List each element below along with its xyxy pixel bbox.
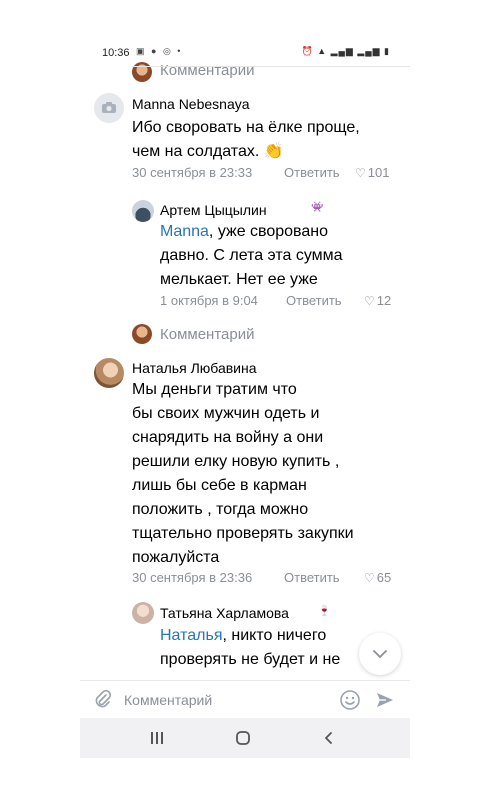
avatar — [132, 324, 152, 344]
comment-text-line: Ибо своровать на ёлке проще, — [132, 119, 360, 136]
avatar[interactable] — [94, 93, 124, 123]
author-badge-icon: 🍷 — [318, 606, 331, 617]
chevron-down-icon — [373, 649, 387, 658]
comment-author[interactable]: Артем Цыцылин — [160, 202, 267, 218]
paperclip-icon[interactable] — [94, 689, 112, 715]
comment-text-line: проверять не будет и не — [160, 651, 341, 668]
recent-apps-icon[interactable] — [142, 728, 172, 748]
scroll-down-button[interactable] — [359, 633, 401, 675]
like-button[interactable]: ♡ 65 — [364, 570, 391, 585]
back-icon[interactable] — [314, 728, 344, 748]
comment-text-line: чем на солдатах. 👏 — [132, 143, 284, 160]
comment-text-line: снарядить на войну а они — [132, 429, 324, 446]
avatar[interactable] — [94, 358, 124, 388]
comment-author[interactable]: Наталья Любавина — [132, 360, 257, 376]
sub-comments-link[interactable]: Комментарий — [132, 324, 332, 346]
comment-text-line: бы своих мужчин одеть и — [132, 405, 320, 422]
comment-date: 30 сентября в 23:33 — [132, 165, 253, 180]
comment-text-line: Наталья, никто ничего — [160, 627, 327, 644]
heart-icon: ♡ — [355, 166, 366, 180]
mention-link[interactable]: Manna — [160, 223, 209, 240]
like-count: 65 — [376, 570, 392, 585]
signal-battery-icons: ⏰ ▲ ▂▄▆ ▂▄▆ ▮ — [301, 46, 390, 56]
comment-composer — [80, 680, 410, 718]
like-button[interactable]: ♡ 101 — [355, 165, 389, 180]
comment-author[interactable]: Manna Nebesnaya — [132, 96, 250, 112]
notification-icons: ▣ ● ◎ • — [136, 46, 183, 56]
reply-button[interactable]: Ответить — [284, 165, 340, 180]
comment-date: 1 октября в 9:04 — [160, 293, 258, 308]
comment-text-line: Manna, уже своровано — [160, 223, 329, 240]
phone-screen: 10:36 ▣ ● ◎ • ⏰ ▲ ▂▄▆ ▂▄▆ ▮ Комментарии … — [80, 40, 410, 758]
comment-text-line: мелькает. Нет ее уже — [160, 271, 318, 288]
comment-author[interactable]: Татьяна Харламова — [160, 605, 289, 621]
avatar — [132, 62, 152, 82]
divider — [132, 66, 410, 67]
avatar[interactable] — [132, 200, 154, 222]
send-icon[interactable] — [375, 690, 395, 715]
heart-icon: ♡ — [364, 571, 375, 585]
sub-comments-label: Комментарии — [160, 62, 255, 79]
avatar[interactable] — [132, 602, 154, 624]
status-time: 10:36 — [102, 47, 130, 59]
camera-icon — [102, 102, 116, 113]
mention-link[interactable]: Наталья — [160, 627, 222, 644]
comment-text-line: Мы деньги тратим что — [132, 381, 297, 398]
comment-text-line: давно. С лета эта сумма — [160, 247, 343, 264]
comment-date: 30 сентября в 23:36 — [132, 570, 253, 585]
smiley-icon[interactable] — [339, 689, 361, 716]
like-count: 12 — [376, 293, 392, 308]
heart-icon: ♡ — [364, 294, 375, 308]
comment-text-line: положить , тогда можно — [132, 501, 309, 518]
reply-button[interactable]: Ответить — [284, 570, 340, 585]
home-icon[interactable] — [228, 728, 258, 748]
comment-text-line: лишь бы себе в карман — [132, 477, 307, 494]
comment-text-line: тщательно проверять закупки — [132, 525, 354, 542]
reply-button[interactable]: Ответить — [286, 293, 342, 308]
like-count: 101 — [367, 165, 390, 180]
like-button[interactable]: ♡ 12 — [364, 293, 391, 308]
sub-comments-label: Комментарий — [160, 326, 255, 343]
system-nav-bar — [80, 718, 410, 758]
comment-text-line: решили елку новую купить , — [132, 453, 340, 470]
comment-input[interactable] — [124, 688, 334, 712]
author-badge-icon: 👾 — [311, 202, 324, 213]
comment-text-line: пожалуйста — [132, 549, 220, 566]
